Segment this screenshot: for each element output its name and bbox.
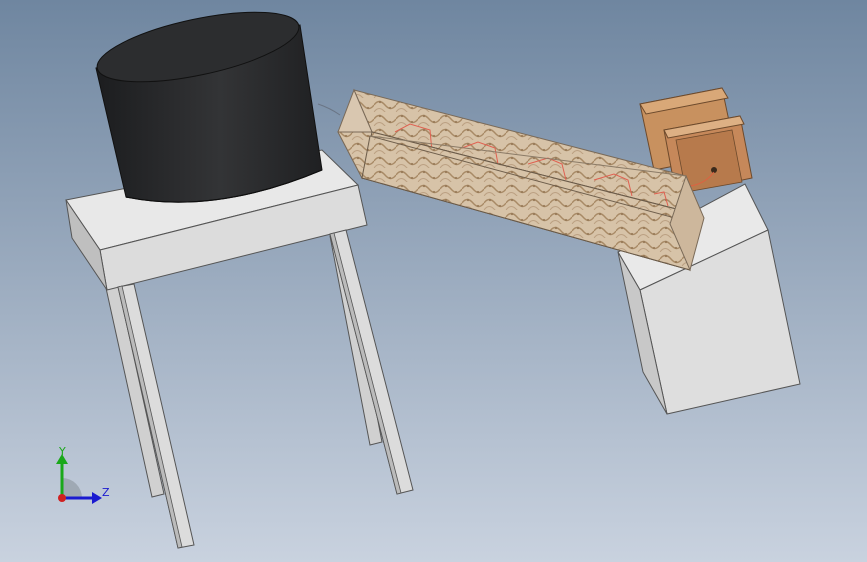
triad-quarter-disc [62,478,82,498]
y-axis-label: Y [58,445,66,458]
triad-origin [58,494,66,502]
z-axis-label: Z [102,486,110,499]
cad-viewport[interactable]: Y Z [0,0,867,562]
z-axis-arrowhead [92,492,102,504]
model-scene[interactable] [0,0,867,562]
coordinate-triad: Y Z [56,445,110,504]
